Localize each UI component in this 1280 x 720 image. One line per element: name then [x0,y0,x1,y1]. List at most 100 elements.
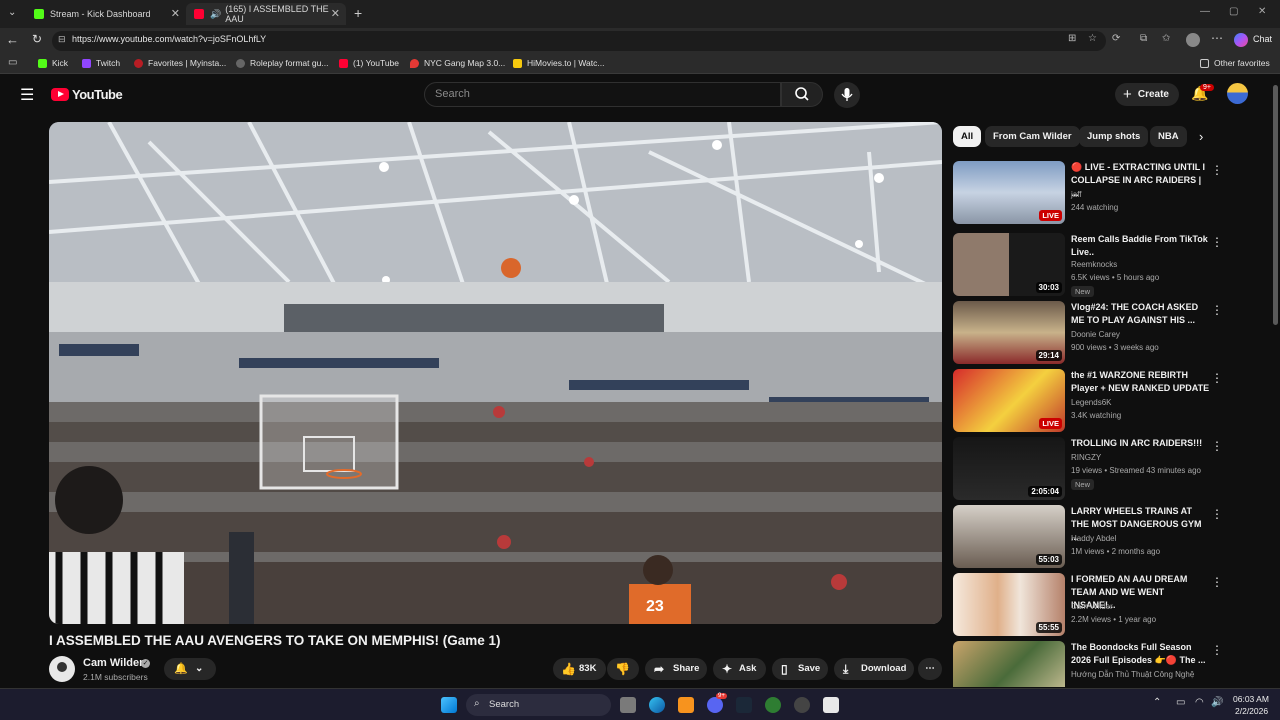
recommendation-channel[interactable]: Hướng Dẫn Thủ Thuật Công Nghệ [1071,670,1194,679]
recommendation-channel[interactable]: Cam Wilder [1071,602,1113,611]
video-thumbnail[interactable]: 2:05:04 [953,437,1065,500]
more-vertical-icon[interactable]: ⋮ [1211,163,1223,177]
profile-avatar-icon[interactable] [1186,33,1200,47]
search-button[interactable] [781,82,823,107]
account-avatar[interactable] [1227,83,1248,104]
create-button[interactable]: + Create [1115,83,1179,106]
channel-avatar[interactable] [49,656,75,682]
subscription-bell-button[interactable]: 🔔 ⌄ [164,658,216,680]
copilot-icon[interactable] [1234,33,1248,47]
like-button[interactable]: 👍 83K [553,658,606,680]
bookmark-kick[interactable]: Kick [38,58,68,68]
close-tab-icon[interactable]: ✕ [171,7,180,20]
reading-list-icon[interactable]: ▭ [8,57,17,68]
recommendation-channel[interactable]: jaff [1071,190,1082,199]
video-thumbnail[interactable]: 55:55 [953,573,1065,636]
site-info-icon[interactable]: ⊟ [58,34,66,45]
recommendation-channel[interactable]: Doonie Carey [1071,330,1120,339]
scrollbar-thumb[interactable] [1272,85,1278,325]
display-icon[interactable]: ▭ [1176,697,1185,708]
favorites-icon[interactable]: ✩ [1162,33,1170,44]
taskbar-search-box[interactable]: ⌕ Search [466,694,611,716]
video-thumbnail[interactable] [953,641,1065,687]
recommendation-channel[interactable]: Reemknocks [1071,260,1117,269]
notepad-icon[interactable] [823,697,839,713]
channel-name[interactable]: Cam Wilder [83,657,143,669]
more-menu-icon[interactable]: ⋯ [1211,31,1223,45]
chip-from-cam-wilder[interactable]: From Cam Wilder [985,126,1080,147]
tab-kick-dashboard[interactable]: Stream - Kick Dashboard ✕ [26,3,186,25]
recommendation-title[interactable]: TROLLING IN ARC RAIDERS!!! [1071,437,1211,450]
obs-icon[interactable] [794,697,810,713]
maximize-icon[interactable]: ▢ [1229,6,1238,17]
chip-jump-shots[interactable]: Jump shots [1079,126,1149,147]
more-vertical-icon[interactable]: ⋮ [1211,575,1223,589]
download-button[interactable]: ⤓ Download [834,658,914,680]
more-actions-button[interactable]: ⋯ [918,658,942,680]
bookmark-twitch[interactable]: Twitch [82,58,120,68]
recommendation-channel[interactable]: Legends6K [1071,398,1111,407]
search-input[interactable]: Search [424,82,781,107]
bookmark-himovies[interactable]: HiMovies.to | Watc... [513,58,604,68]
chevron-right-icon[interactable]: › [1199,129,1203,144]
recommendation-item[interactable]: 29:14 Vlog#24: THE COACH ASKED ME TO PLA… [953,301,1273,365]
recommendation-item[interactable]: The Boondocks Full Season 2026 Full Epis… [953,641,1273,687]
back-arrow-icon[interactable]: ← [6,32,19,47]
more-vertical-icon[interactable]: ⋮ [1211,303,1223,317]
recommendation-channel[interactable]: Haddy Abdel [1071,534,1116,543]
recommendation-title[interactable]: The Boondocks Full Season 2026 Full Epis… [1071,641,1211,667]
windows-start-icon[interactable] [441,697,457,713]
bookmark-myinsta[interactable]: Favorites | Myinsta... [134,58,226,68]
recommendation-title[interactable]: Reem Calls Baddie From TikTok Live.. [1071,233,1211,259]
more-vertical-icon[interactable]: ⋮ [1211,235,1223,249]
xbox-icon[interactable] [765,697,781,713]
recommendation-item[interactable]: 30:03 Reem Calls Baddie From TikTok Live… [953,233,1273,297]
video-thumbnail[interactable]: 55:03 [953,505,1065,568]
taskbar-clock-date[interactable]: 2/2/2026 [1235,706,1268,716]
page-scrollbar[interactable] [1270,75,1280,687]
close-tab-icon[interactable]: ✕ [331,7,340,20]
video-thumbnail[interactable]: LIVE [953,369,1065,432]
reader-mode-icon[interactable]: ⊞ [1068,33,1076,44]
other-favorites[interactable]: Other favorites [1200,58,1270,68]
more-vertical-icon[interactable]: ⋮ [1211,371,1223,385]
more-vertical-icon[interactable]: ⋮ [1211,439,1223,453]
recommendation-item[interactable]: LIVE the #1 WARZONE REBIRTH Player + NEW… [953,369,1273,433]
recommendation-title[interactable]: 🔴 LIVE - EXTRACTING UNTIL I COLLAPSE IN … [1071,161,1211,200]
video-thumbnail[interactable]: 30:03 [953,233,1065,296]
recommendation-item[interactable]: 55:55 I FORMED AN AAU DREAM TEAM AND WE … [953,573,1273,637]
video-player[interactable]: 23 [49,122,942,624]
share-button[interactable]: ➦ Share [645,658,707,680]
volume-icon[interactable]: 🔊 [1211,697,1223,708]
edge-browser-icon[interactable] [649,697,665,713]
youtube-logo[interactable]: YouTube [51,87,123,102]
refresh-icon[interactable]: ↻ [32,32,42,46]
url-text[interactable]: https://www.youtube.com/watch?v=joSFnOLh… [72,34,266,44]
taskbar-clock-time[interactable]: 06:03 AM [1233,694,1269,704]
favorite-star-icon[interactable]: ☆ [1088,33,1097,44]
chip-all[interactable]: All [953,126,982,147]
bookmark-nyc-gang-map[interactable]: NYC Gang Map 3.0... [410,58,505,68]
recommendation-channel[interactable]: RINGZY [1071,453,1101,462]
recommendation-item[interactable]: 2:05:04 TROLLING IN ARC RAIDERS!!! RINGZ… [953,437,1273,501]
save-button[interactable]: ▯ Save [772,658,828,680]
ableton-like-app-icon[interactable] [678,697,694,713]
more-vertical-icon[interactable]: ⋮ [1211,643,1223,657]
tab-youtube-video[interactable]: 🔊 (165) I ASSEMBLED THE AAU ✕ [186,3,346,25]
speaker-icon[interactable]: 🔊 [210,9,221,20]
task-view-icon[interactable] [620,697,636,713]
close-window-icon[interactable]: ✕ [1258,6,1266,17]
recommendation-title[interactable]: the #1 WARZONE REBIRTH Player + NEW RANK… [1071,369,1211,395]
extensions-icon[interactable]: ⟳ [1112,33,1120,44]
more-vertical-icon[interactable]: ⋮ [1211,507,1223,521]
video-thumbnail[interactable]: 29:14 [953,301,1065,364]
tray-chevron-icon[interactable]: ⌃ [1153,697,1161,708]
hamburger-menu-icon[interactable]: ☰ [20,85,34,105]
voice-search-button[interactable] [834,82,860,108]
new-tab-plus-icon[interactable]: + [354,5,362,21]
ask-button[interactable]: ✦ Ask [713,658,766,680]
wifi-icon[interactable]: ◠ [1195,697,1204,708]
bookmark-roleplay[interactable]: Roleplay format gu... [236,58,328,68]
chip-nba[interactable]: NBA [1150,126,1187,147]
recommendation-title[interactable]: Vlog#24: THE COACH ASKED ME TO PLAY AGAI… [1071,301,1211,327]
